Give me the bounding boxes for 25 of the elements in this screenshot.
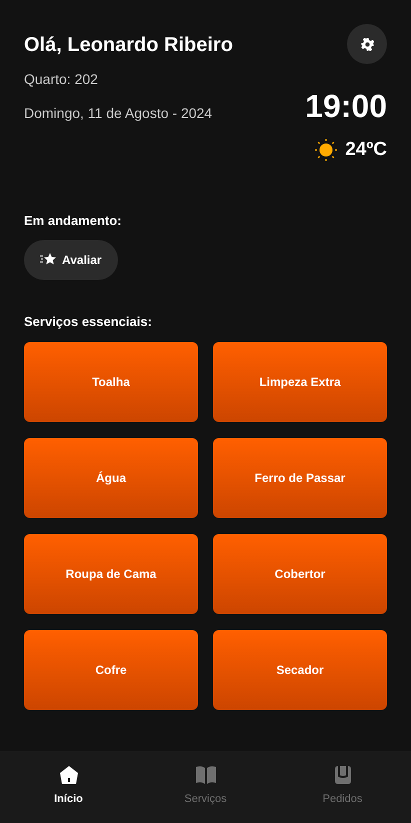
service-button[interactable]: Cobertor (213, 534, 387, 614)
service-button[interactable]: Roupa de Cama (24, 534, 198, 614)
service-button[interactable]: Cofre (24, 630, 198, 710)
book-icon (194, 764, 216, 784)
nav-tab[interactable]: Início (0, 751, 137, 823)
nav-tab[interactable]: Serviços (137, 751, 274, 823)
rate-button[interactable]: Avaliar (24, 240, 118, 280)
section-title: Em andamento: (24, 213, 123, 228)
service-button[interactable]: Secador (213, 630, 387, 710)
section-title: Serviços essenciais: (24, 314, 153, 329)
greeting: Olá, Leonardo Ribeiro (24, 34, 233, 57)
star-icon (40, 253, 56, 267)
home-icon (58, 764, 78, 784)
settings-button[interactable] (347, 24, 387, 64)
date: Domingo, 11 de Agosto - 2024 (24, 105, 214, 121)
temperature: 24ºC (345, 139, 387, 161)
settings-icon (360, 38, 374, 50)
service-button[interactable]: Toalha (24, 342, 198, 422)
nav-tab[interactable]: Pedidos (274, 751, 411, 823)
clock-time: 19:00 (305, 88, 387, 125)
sun-icon (315, 139, 338, 161)
service-button[interactable]: Água (24, 438, 198, 518)
service-button[interactable]: Ferro de Passar (213, 438, 387, 518)
service-button[interactable]: Limpeza Extra (213, 342, 387, 422)
room-number: Quarto: 202 (24, 71, 99, 87)
